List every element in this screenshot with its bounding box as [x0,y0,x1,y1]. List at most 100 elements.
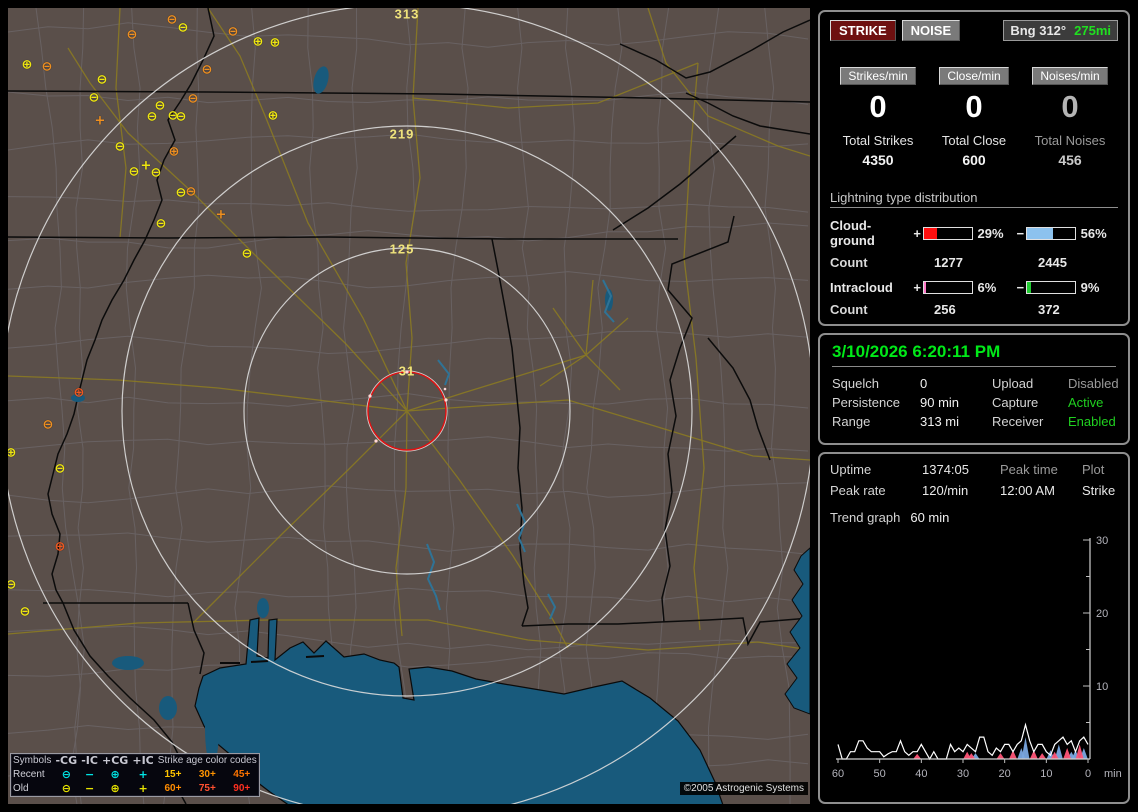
distribution-title: Lightning type distribution [830,190,1118,208]
strikes-per-min-button[interactable]: Strikes/min [840,67,915,85]
cg-negative-bar [1026,227,1076,240]
trend-panel: Uptime 1374:05 Peak time Plot Peak rate … [818,452,1130,804]
ic-pos-recent-icon: + [130,768,155,782]
legend-col-ic-neg: -IC [79,754,100,768]
plot-mode-value: Strike [1082,483,1118,498]
cg-pos-old-icon: ⊕ [100,782,130,796]
bearing-value: Bng 312° [1010,23,1066,38]
strikes-counter-column: Strikes/min 0 Total Strikes 4350 [830,67,926,168]
close-per-min-value: 0 [926,89,1022,125]
count-label: Count [830,255,934,270]
age-30: 30+ [190,768,224,782]
trend-graph: 10 20 30 60 50 40 30 20 10 0 min [830,531,1122,793]
ic-neg-recent-icon: − [79,768,100,782]
legend-age-header: Strike age color codes [156,754,259,768]
age-60: 60+ [156,782,190,796]
svg-text:0: 0 [1085,768,1091,780]
svg-text:50: 50 [874,768,886,780]
ic-positive-pct: 6% [978,280,1015,295]
total-close-value: 600 [926,152,1022,168]
total-strikes-label: Total Strikes [830,133,926,148]
close-per-min-button[interactable]: Close/min [939,67,1008,85]
upload-status: Disabled [1068,376,1119,391]
cg-neg-recent-icon: ⊖ [53,768,79,782]
svg-text:10: 10 [1040,768,1052,780]
squelch-value: 0 [920,376,992,391]
persistence-value: 90 min [920,395,992,410]
cg-positive-bar [923,227,973,240]
age-75: 75+ [190,782,224,796]
squelch-label: Squelch [832,376,920,391]
legend-col-ic-pos: +IC [130,754,155,768]
app-window: 31321912531 ⊖⊖⊖⊖⊕⊕⊕⊖⊖⊖⊖⊖⊖⊖⊖⊖⊕+⊖⊕+⊖⊖⊖⊖+⊖⊖… [0,0,1138,812]
trend-window-value: 60 min [910,510,949,525]
svg-text:30: 30 [957,768,969,780]
intracloud-label: Intracloud [830,280,912,295]
receiver-label: Receiver [992,414,1068,429]
noises-counter-column: Noises/min 0 Total Noises 456 [1022,67,1118,168]
strikes-per-min-value: 0 [830,89,926,125]
range-value: 313 mi [920,414,992,429]
total-noises-value: 456 [1022,152,1118,168]
negative-sign: − [1015,226,1026,241]
cg-pos-recent-icon: ⊕ [100,768,130,782]
close-counter-column: Close/min 0 Total Close 600 [926,67,1022,168]
svg-text:60: 60 [832,768,844,780]
noise-toggle-button[interactable]: NOISE [902,20,960,41]
upload-label: Upload [992,376,1068,391]
svg-text:20: 20 [1096,608,1108,620]
cloud-ground-count-row: Count 1277 2445 [830,255,1118,270]
datetime-display: 3/10/2026 6:20:11 PM [832,342,1116,367]
svg-text:40: 40 [915,768,927,780]
trend-graph-label: Trend graph [830,510,900,525]
svg-text:20: 20 [999,768,1011,780]
cg-positive-pct: 29% [978,226,1015,241]
intracloud-row: Intracloud + 6% − 9% [830,280,1118,295]
legend-symbols-header: Symbols [11,754,53,768]
total-close-label: Total Close [926,133,1022,148]
lightning-map[interactable]: 31321912531 ⊖⊖⊖⊖⊕⊕⊕⊖⊖⊖⊖⊖⊖⊖⊖⊖⊕+⊖⊕+⊖⊖⊖⊖+⊖⊖… [8,8,810,804]
total-noises-label: Total Noises [1022,133,1118,148]
range-label: Range [832,414,920,429]
ic-neg-old-icon: − [79,782,100,796]
legend-row-old-label: Old [11,782,53,796]
ic-negative-bar [1026,281,1076,294]
capture-label: Capture [992,395,1068,410]
noises-per-min-button[interactable]: Noises/min [1032,67,1107,85]
peak-rate-label: Peak rate [830,483,922,498]
svg-text:30: 30 [1096,535,1108,547]
strike-counters-panel: STRIKE NOISE Bng 312° 275mi Strikes/min … [818,10,1130,326]
status-panel: 3/10/2026 6:20:11 PM Squelch 0 Upload Di… [818,333,1130,445]
cloud-ground-row: Cloud-ground + 29% − 56% [830,218,1118,248]
peak-time-value: 12:00 AM [1000,483,1082,498]
legend-col-cg-pos: +CG [100,754,130,768]
ic-positive-bar [923,281,973,294]
cg-positive-count: 1277 [934,255,1038,270]
total-strikes-value: 4350 [830,152,926,168]
copyright-label: ©2005 Astrogenic Systems [680,782,808,795]
peak-rate-value: 120/min [922,483,1000,498]
plot-header: Plot [1082,462,1118,477]
cg-neg-old-icon: ⊖ [53,782,79,796]
age-45: 45+ [225,768,259,782]
cloud-ground-label: Cloud-ground [830,218,912,248]
intracloud-count-row: Count 256 372 [830,302,1118,317]
uptime-value: 1374:05 [922,462,1000,477]
cg-negative-count: 2445 [1038,255,1067,270]
ic-negative-count: 372 [1038,302,1060,317]
ic-pos-old-icon: + [130,782,155,796]
age-15: 15+ [156,768,190,782]
map-legend: Symbols -CG -IC +CG +IC Strike age color… [10,753,260,797]
legend-row-recent-label: Recent [11,768,53,782]
count-label: Count [830,302,934,317]
bearing-distance: 275mi [1074,23,1111,38]
capture-status: Active [1068,395,1119,410]
uptime-label: Uptime [830,462,922,477]
svg-text:min: min [1104,768,1122,780]
receiver-status: Enabled [1068,414,1119,429]
age-90: 90+ [225,782,259,796]
positive-sign: + [912,226,923,241]
strike-toggle-button[interactable]: STRIKE [830,20,896,41]
peak-time-header: Peak time [1000,462,1082,477]
svg-text:10: 10 [1096,681,1108,693]
